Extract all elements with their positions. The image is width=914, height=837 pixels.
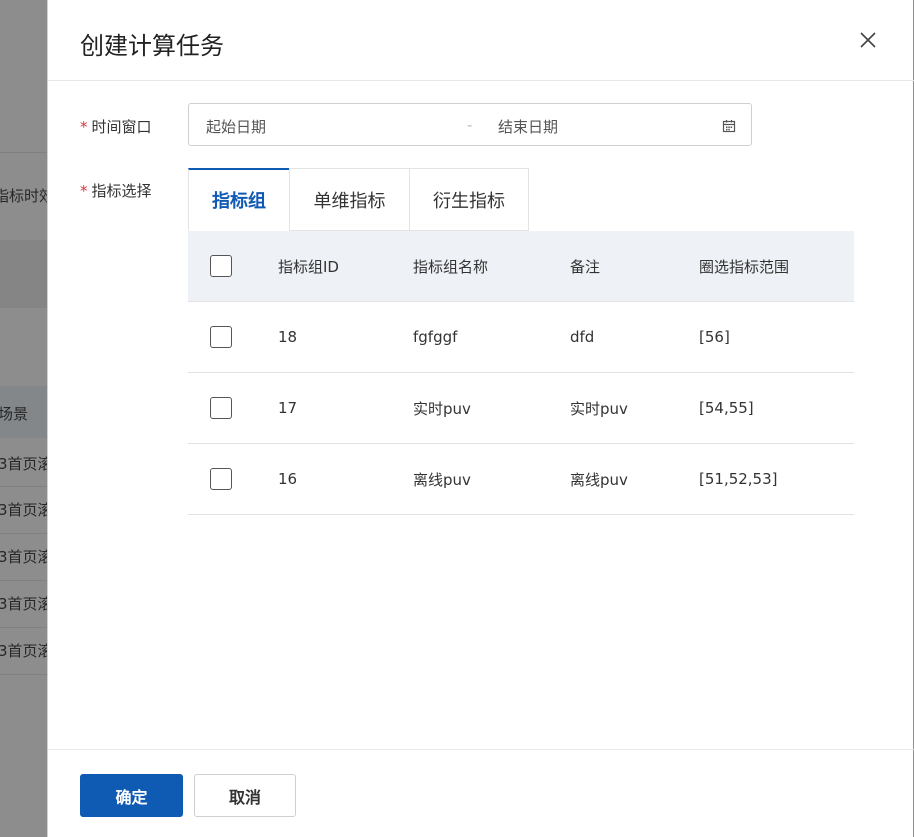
metric-tabs: 指标组 单维指标 衍生指标: [188, 168, 529, 231]
table-row[interactable]: 17 实时puv 实时puv [54,55]: [188, 373, 854, 444]
cell-remark: 实时puv: [570, 399, 628, 418]
metric-select-label: * 指标选择: [80, 180, 152, 201]
row-checkbox[interactable]: [210, 397, 232, 419]
header-cell-range: 圈选指标范围: [699, 257, 790, 276]
cell-name: 离线puv: [413, 470, 471, 489]
tab-single-dimension-metric[interactable]: 单维指标: [289, 168, 409, 231]
range-separator: -: [467, 116, 473, 134]
row-select-cell: [210, 302, 232, 372]
header-cell-select: [210, 231, 232, 301]
cell-name: fgfggf: [413, 328, 458, 346]
table-header: 指标组ID 指标组名称 备注 圈选指标范围: [188, 231, 854, 302]
overlay-mask[interactable]: [0, 0, 47, 837]
create-task-drawer: 创建计算任务 * 时间窗口 起始日期 - 结束日期 * 指标选择 指标组 单维指…: [47, 0, 914, 837]
start-date-input[interactable]: 起始日期: [206, 116, 266, 137]
cell-id: 16: [278, 470, 298, 488]
cell-name: 实时puv: [413, 399, 471, 418]
select-all-checkbox[interactable]: [210, 255, 232, 277]
required-mark: *: [80, 182, 88, 200]
background-page: 指标时效 场景 3首页滚 3首页滚 3首页滚 3首页滚 3首页滚: [0, 0, 47, 837]
cell-id: 18: [278, 328, 298, 346]
cell-remark: 离线puv: [570, 470, 628, 489]
cell-range: [54,55]: [699, 399, 754, 417]
table-row[interactable]: 16 离线puv 离线puv [51,52,53]: [188, 444, 854, 515]
end-date-input[interactable]: 结束日期: [498, 116, 558, 137]
row-checkbox[interactable]: [210, 326, 232, 348]
row-select-cell: [210, 444, 232, 514]
header-cell-remark: 备注: [570, 257, 601, 276]
table-row[interactable]: 18 fgfggf dfd [56]: [188, 302, 854, 373]
row-select-cell: [210, 373, 232, 443]
tab-metric-group[interactable]: 指标组: [188, 168, 289, 231]
time-window-label: * 时间窗口: [80, 116, 152, 137]
header-cell-name: 指标组名称: [413, 257, 489, 276]
metric-select-label-text: 指标选择: [91, 182, 152, 200]
required-mark: *: [80, 118, 88, 136]
cancel-button[interactable]: 取消: [194, 774, 296, 817]
cell-id: 17: [278, 399, 298, 417]
drawer-footer: 确定 取消: [48, 749, 914, 837]
metric-group-table: 指标组ID 指标组名称 备注 圈选指标范围 18 fgfggf dfd [56]…: [188, 231, 854, 515]
calendar-icon[interactable]: [722, 118, 736, 133]
drawer-header: 创建计算任务: [48, 0, 914, 81]
cell-remark: dfd: [570, 328, 595, 346]
cell-range: [56]: [699, 328, 730, 346]
date-range-picker[interactable]: 起始日期 - 结束日期: [188, 103, 752, 146]
confirm-button[interactable]: 确定: [80, 774, 183, 817]
row-checkbox[interactable]: [210, 468, 232, 490]
drawer-title: 创建计算任务: [80, 32, 224, 60]
header-cell-id: 指标组ID: [278, 257, 339, 276]
close-icon[interactable]: [858, 30, 878, 50]
cell-range: [51,52,53]: [699, 470, 778, 488]
time-window-label-text: 时间窗口: [91, 118, 152, 136]
tab-derived-metric[interactable]: 衍生指标: [409, 168, 529, 231]
